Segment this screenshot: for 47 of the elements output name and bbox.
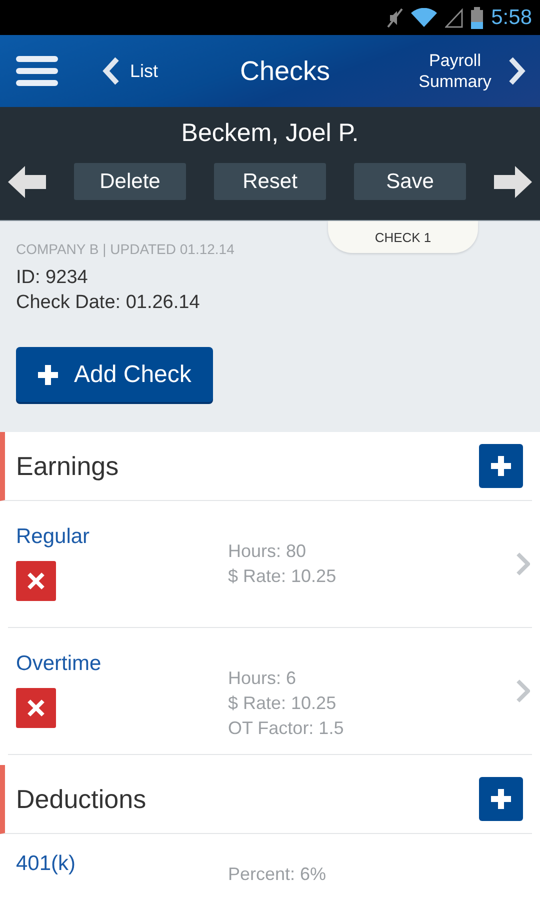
check-tab[interactable]: CHECK 1: [328, 221, 478, 253]
action-button[interactable]: Delete: [74, 163, 186, 200]
section-title: Earnings: [16, 450, 119, 482]
next-employee-button[interactable]: [494, 166, 532, 198]
company-meta: COMPANY B | UPDATED 01.12.14: [16, 241, 236, 257]
list-row[interactable]: Regular Hours: 80 $ Rate: 10.25: [8, 501, 532, 628]
close-icon: [27, 699, 45, 717]
add-button[interactable]: [479, 444, 523, 488]
item-name[interactable]: Regular: [16, 525, 90, 549]
screen-title: Checks: [238, 56, 332, 86]
list-row[interactable]: Overtime Hours: 6 $ Rate: 10.25 OT Factor: 1.5: [8, 628, 532, 755]
battery-icon: [471, 6, 484, 28]
item-detail: Hours: 6: [228, 667, 298, 690]
add-check-button[interactable]: Add Check: [16, 347, 214, 402]
item-detail: OT Factor: 1.5: [228, 717, 345, 740]
close-icon: [27, 572, 45, 590]
signal-icon: [445, 8, 464, 28]
action-button[interactable]: Reset: [214, 163, 326, 200]
action-button[interactable]: Save: [354, 163, 466, 200]
item-detail: $ Rate: 10.25: [228, 692, 338, 715]
plus-icon: [38, 364, 58, 384]
item-name[interactable]: 401(k): [16, 852, 76, 876]
section-title: Deductions: [16, 784, 146, 814]
forward-button[interactable]: Payroll Summary: [412, 50, 526, 92]
previous-employee-button[interactable]: [8, 166, 46, 198]
check-date: Check Date: 01.26.14: [16, 291, 201, 315]
chevron-right-icon: [516, 552, 530, 576]
delete-button[interactable]: [16, 561, 56, 601]
item-detail: Percent: 6%: [228, 863, 328, 886]
delete-button[interactable]: [16, 688, 56, 728]
plus-icon: [491, 456, 511, 476]
chevron-right-icon: [516, 679, 530, 703]
employee-name: Beckem, Joel P.: [180, 119, 360, 148]
item-detail: $ Rate: 10.25: [228, 565, 338, 588]
back-button[interactable]: List: [102, 56, 158, 86]
list-row[interactable]: 401(k) Percent: 6%: [8, 834, 532, 887]
chevron-right-icon: [508, 56, 526, 86]
employee-id: ID: 9234: [16, 266, 89, 290]
add-button[interactable]: [479, 777, 523, 821]
chevron-left-icon: [102, 56, 120, 86]
clock-time: 5:58: [491, 6, 532, 30]
wifi-icon: [411, 8, 438, 28]
menu-button[interactable]: [16, 56, 58, 86]
item-name[interactable]: Overtime: [16, 652, 102, 676]
mute-icon: [387, 6, 404, 28]
plus-icon: [491, 789, 511, 809]
item-detail: Hours: 80: [228, 540, 308, 563]
